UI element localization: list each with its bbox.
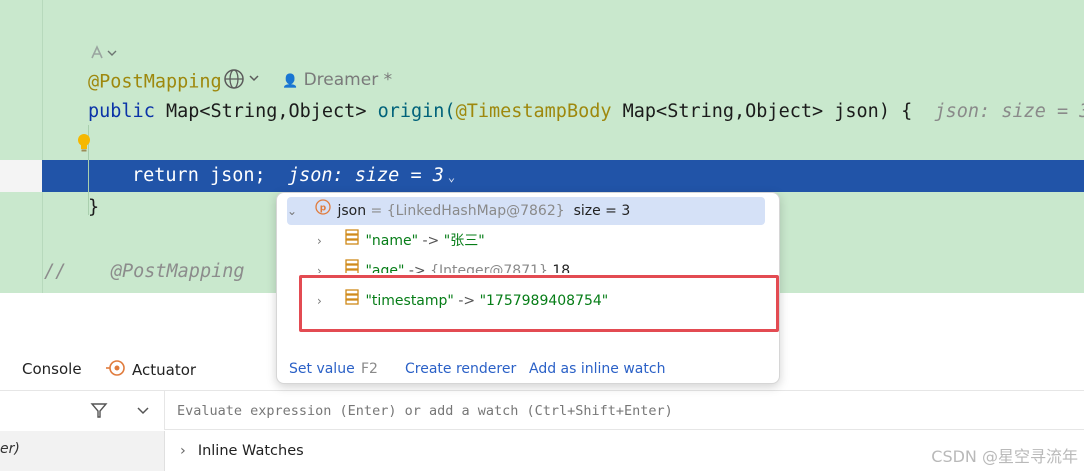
globe-icon[interactable]	[222, 68, 262, 97]
closing-brace: }	[88, 197, 100, 218]
actuator-icon	[106, 359, 126, 382]
map-entry-icon	[345, 257, 360, 273]
return-type: Map<String,Object>	[165, 101, 367, 122]
frames-list[interactable]: er)	[0, 431, 165, 471]
gutter-execution-marker	[0, 160, 42, 192]
ai-generate-icon[interactable]	[88, 44, 118, 66]
highlight-annotation-box	[299, 275, 779, 332]
chevron-down-icon[interactable]: ⌄	[448, 170, 455, 184]
svg-text:p: p	[320, 204, 327, 214]
create-renderer-link[interactable]: Create renderer	[405, 359, 516, 379]
root-size: size = 3	[573, 203, 631, 219]
entry-key: "name"	[365, 233, 419, 249]
filter-icon[interactable]	[90, 401, 108, 423]
author-name: Dreamer *	[303, 70, 393, 90]
annotation-line: @PostMapping	[88, 68, 262, 97]
entry-value: "张三"	[443, 233, 485, 249]
inline-value-hint[interactable]: json: size = 3	[935, 101, 1084, 122]
entry-arrow: ->	[408, 263, 426, 273]
entry-value-type: {Integer@7871}	[430, 263, 548, 273]
set-value-link[interactable]: Set value	[289, 359, 355, 379]
exec-inline-hint[interactable]: json: size = 3	[288, 165, 444, 186]
gutter-separator	[42, 0, 43, 293]
map-entry-icon	[345, 227, 360, 255]
chevron-right-icon[interactable]: ›	[317, 257, 331, 273]
frame-item[interactable]: er)	[0, 441, 20, 457]
tab-actuator[interactable]: Actuator	[106, 359, 196, 382]
chevron-right-icon[interactable]: ›	[180, 443, 186, 459]
editor-gutter[interactable]	[0, 0, 42, 293]
chevron-right-icon[interactable]: ›	[317, 227, 331, 255]
param-annotation: @TimestampBody	[455, 101, 612, 122]
tree-entry-row[interactable]: › "age" -> {Integer@7871} 18	[317, 257, 570, 273]
tree-root-row[interactable]: ⌄ p json = {LinkedHashMap@7862} size = 3	[287, 197, 765, 225]
set-value-shortcut: F2	[361, 361, 378, 377]
entry-value: 18	[552, 263, 571, 273]
method-signature-line: public Map<String,Object> origin(@Timest…	[88, 100, 1084, 124]
method-name: origin(	[377, 101, 456, 122]
comment-slashes: //	[44, 261, 67, 282]
inline-watches-node[interactable]: › Inline Watches	[180, 443, 304, 459]
chevron-down-icon[interactable]: ⌄	[287, 197, 301, 225]
tab-console[interactable]: Console	[22, 359, 82, 379]
commented-annotation: @PostMapping	[110, 261, 245, 282]
evaluate-expression-input[interactable]: Evaluate expression (Enter) or add a wat…	[164, 390, 1084, 430]
root-type: {LinkedHashMap@7862}	[386, 203, 565, 219]
root-eq: =	[370, 203, 383, 219]
tree-entry-row[interactable]: › "name" -> "张三"	[317, 227, 485, 255]
entry-key: "age"	[365, 263, 405, 273]
add-inline-watch-link[interactable]: Add as inline watch	[529, 359, 665, 379]
tab-actuator-label: Actuator	[132, 361, 197, 379]
lightbulb-icon[interactable]	[75, 133, 93, 157]
parameter-icon: p	[315, 197, 332, 225]
return-statement: return json;	[132, 165, 266, 186]
chevron-down-icon[interactable]	[136, 401, 150, 423]
root-var-name: json	[337, 203, 367, 219]
exec-code-line: return json; json: size = 3 ⌄	[132, 164, 455, 189]
watermark: CSDN @星空寻流年	[931, 447, 1078, 466]
author-hint[interactable]: 👤 Dreamer *	[282, 68, 392, 94]
param-declaration: Map<String,Object> json) {	[622, 101, 913, 122]
entry-arrow: ->	[422, 233, 440, 249]
annotation-post-mapping: @PostMapping	[88, 71, 222, 93]
inline-watches-label: Inline Watches	[197, 443, 304, 459]
keyword-public: public	[88, 101, 155, 122]
user-icon: 👤	[282, 74, 299, 89]
comment-line: // @PostMapping	[44, 260, 245, 284]
